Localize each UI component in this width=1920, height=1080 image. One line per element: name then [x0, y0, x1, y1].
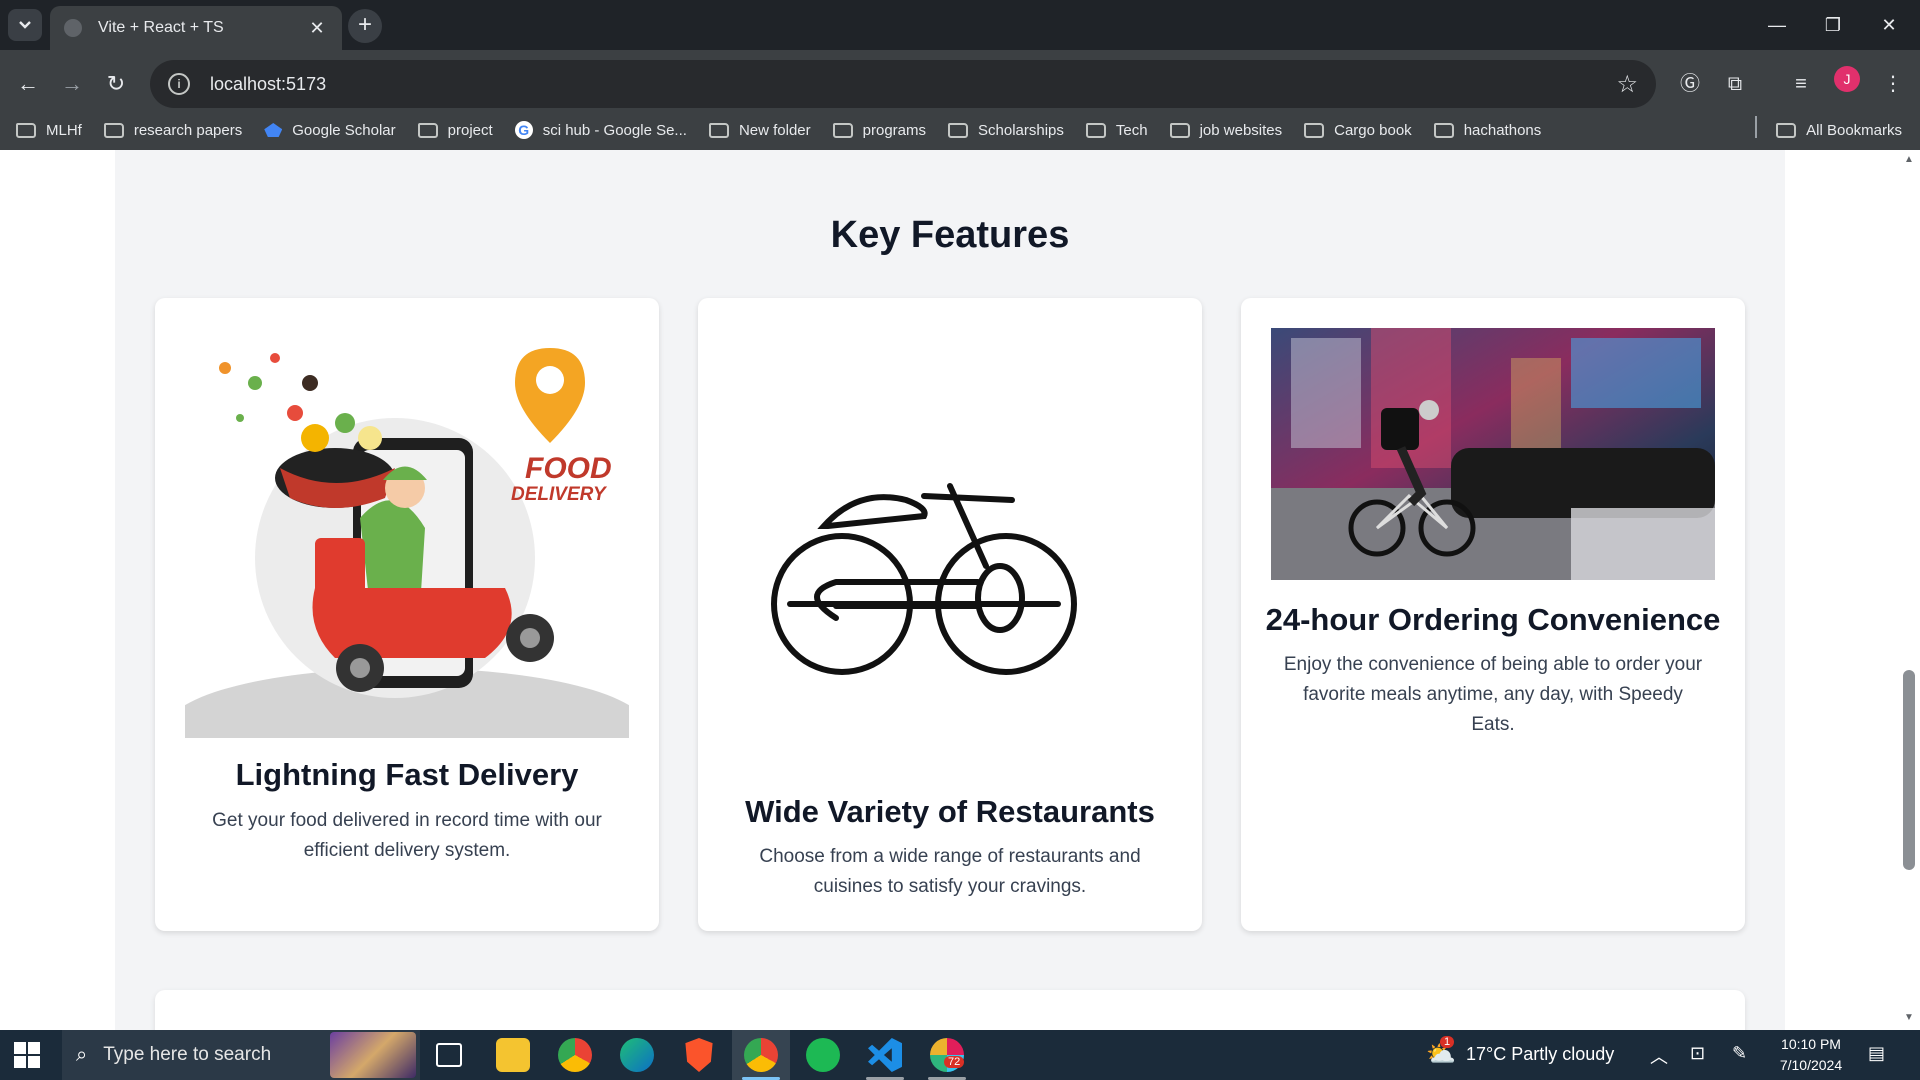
notifications-icon[interactable]: ▤ [1868, 1043, 1885, 1064]
bookmark-item[interactable]: project [417, 122, 493, 139]
card-title: 24-hour Ordering Convenience [1265, 602, 1721, 637]
bookmark-item[interactable]: job websites [1169, 122, 1282, 139]
bookmark-item[interactable]: New folder [708, 122, 811, 139]
food-delivery-illustration: FOOD DELIVERY [185, 328, 629, 738]
tab-search-button[interactable] [8, 9, 42, 41]
pen-icon[interactable]: ✎ [1732, 1043, 1747, 1064]
vscode-icon[interactable] [868, 1038, 902, 1072]
task-view-icon[interactable] [436, 1043, 462, 1067]
tab-close-icon[interactable]: ✕ [306, 18, 328, 39]
card-description: Enjoy the convenience of being able to o… [1283, 654, 1703, 735]
bookmark-item[interactable]: research papers [103, 122, 242, 139]
page-scrollbar[interactable]: ▲ ▼ [1898, 150, 1920, 1030]
slack-badge: 72 [944, 1056, 965, 1068]
folder-icon [1169, 122, 1190, 138]
folder-icon [103, 122, 124, 138]
back-arrow-icon[interactable]: ← [10, 66, 46, 102]
bookmark-item[interactable]: hachathons [1433, 122, 1541, 139]
bookmark-item[interactable]: Google Scholar [264, 122, 396, 139]
browser-tab[interactable]: Vite + React + TS ✕ [50, 6, 342, 50]
all-bookmarks-button[interactable]: All Bookmarks [1776, 112, 1902, 148]
bookmark-star-icon[interactable]: ☆ [1616, 70, 1638, 99]
search-highlight-image [330, 1032, 416, 1078]
bookmark-item[interactable]: programs [832, 122, 926, 139]
minimize-button[interactable]: — [1754, 10, 1800, 40]
extensions-puzzle-icon[interactable]: ⧉ [1718, 66, 1752, 102]
new-tab-button[interactable]: + [348, 9, 382, 43]
folder-icon [832, 122, 853, 138]
card-title: Wide Variety of Restaurants [745, 794, 1155, 829]
clock-date: 7/10/2024 [1779, 1057, 1843, 1073]
forward-arrow-icon[interactable]: → [54, 66, 90, 102]
folder-icon [1776, 122, 1797, 138]
windows-taskbar: ⌕ Type here to search 72 ⛅ 1 17°C Partly… [0, 1030, 1920, 1080]
edge-icon[interactable] [620, 1038, 654, 1072]
next-section-card [155, 990, 1745, 1030]
bookmark-item[interactable]: Cargo book [1304, 122, 1412, 139]
scroll-down-icon[interactable]: ▼ [1902, 1012, 1916, 1026]
bookmark-item[interactable]: MLHf [16, 122, 82, 139]
google-icon: G [514, 121, 533, 139]
file-explorer-icon[interactable] [496, 1038, 530, 1072]
menu-kebab-icon[interactable]: ⋮ [1876, 66, 1910, 102]
key-features-section: Key Features FOOD DELIVERY Lightning Fas… [115, 150, 1785, 1030]
chevron-down-icon [19, 21, 31, 29]
illustration-text-food: FOOD [525, 452, 612, 485]
close-window-button[interactable]: ✕ [1866, 10, 1912, 40]
network-icon[interactable]: ⊡ [1690, 1043, 1705, 1064]
weather-badge: 1 [1440, 1036, 1455, 1048]
brave-icon[interactable] [685, 1038, 713, 1072]
folder-icon [16, 122, 36, 138]
feature-card-24-hour: 24-hour Ordering Convenience Enjoy the c… [1241, 298, 1745, 931]
cyclist-city-photo [1271, 328, 1715, 580]
taskbar-search[interactable]: ⌕ Type here to search [62, 1030, 420, 1080]
clock-time: 10:10 PM [1781, 1036, 1841, 1052]
bookmark-item[interactable]: Tech [1085, 122, 1148, 139]
spotify-icon[interactable] [806, 1038, 840, 1072]
scroll-up-icon[interactable]: ▲ [1902, 154, 1916, 168]
folder-icon [1433, 122, 1454, 138]
windows-start-icon[interactable] [14, 1042, 40, 1068]
url-text[interactable]: localhost:5173 [210, 74, 1616, 95]
card-description: Choose from a wide range of restaurants … [759, 846, 1141, 897]
page-viewport: Key Features FOOD DELIVERY Lightning Fas… [0, 150, 1920, 1030]
search-placeholder: Type here to search [103, 1044, 272, 1065]
bicycle-fork-icon [771, 483, 1077, 675]
tab-favicon-icon [64, 19, 82, 37]
extension-g-icon[interactable]: Ⓖ [1673, 66, 1707, 102]
profile-avatar[interactable]: J [1834, 66, 1860, 92]
weather-text[interactable]: 17°C Partly cloudy [1466, 1044, 1614, 1065]
browser-titlebar: Vite + React + TS ✕ + — ❐ ✕ [0, 0, 1920, 50]
card-title: Lightning Fast Delivery [235, 757, 579, 792]
chevron-up-icon[interactable]: ︿ [1650, 1043, 1668, 1069]
folder-icon [948, 122, 968, 138]
bookmarks-separator [1755, 116, 1757, 138]
site-info-icon[interactable]: i [168, 73, 190, 95]
folder-icon [1304, 122, 1325, 138]
address-bar[interactable]: i localhost:5173 ☆ [150, 60, 1656, 108]
bookmarks-bar: MLHf research papers Google Scholar proj… [0, 112, 1920, 148]
feature-card-fast-delivery: FOOD DELIVERY Lightning Fast Delivery Ge… [155, 298, 659, 931]
taskbar-clock[interactable]: 10:10 PM 7/10/2024 [1768, 1034, 1854, 1076]
folder-icon [708, 122, 729, 138]
folder-icon [417, 122, 438, 138]
tab-title: Vite + React + TS [98, 19, 224, 36]
scroll-thumb[interactable] [1903, 670, 1915, 870]
chrome-profile-icon[interactable] [744, 1038, 778, 1072]
media-controls-icon[interactable]: ≡ [1784, 66, 1818, 102]
google-scholar-icon [264, 123, 283, 137]
search-icon: ⌕ [76, 1043, 88, 1066]
bookmark-item[interactable]: Gsci hub - Google Se... [514, 121, 687, 139]
bookmark-item[interactable]: Scholarships [948, 122, 1064, 139]
section-title: Key Features [830, 214, 1070, 256]
chrome-icon[interactable] [558, 1038, 592, 1072]
reload-icon[interactable]: ↻ [98, 66, 134, 102]
restore-button[interactable]: ❐ [1810, 10, 1856, 40]
card-description: Get your food delivered in record time w… [212, 810, 602, 861]
folder-icon [1085, 122, 1106, 138]
illustration-text-delivery: DELIVERY [511, 484, 608, 505]
feature-card-restaurants: Wide Variety of Restaurants Choose from … [698, 298, 1202, 931]
